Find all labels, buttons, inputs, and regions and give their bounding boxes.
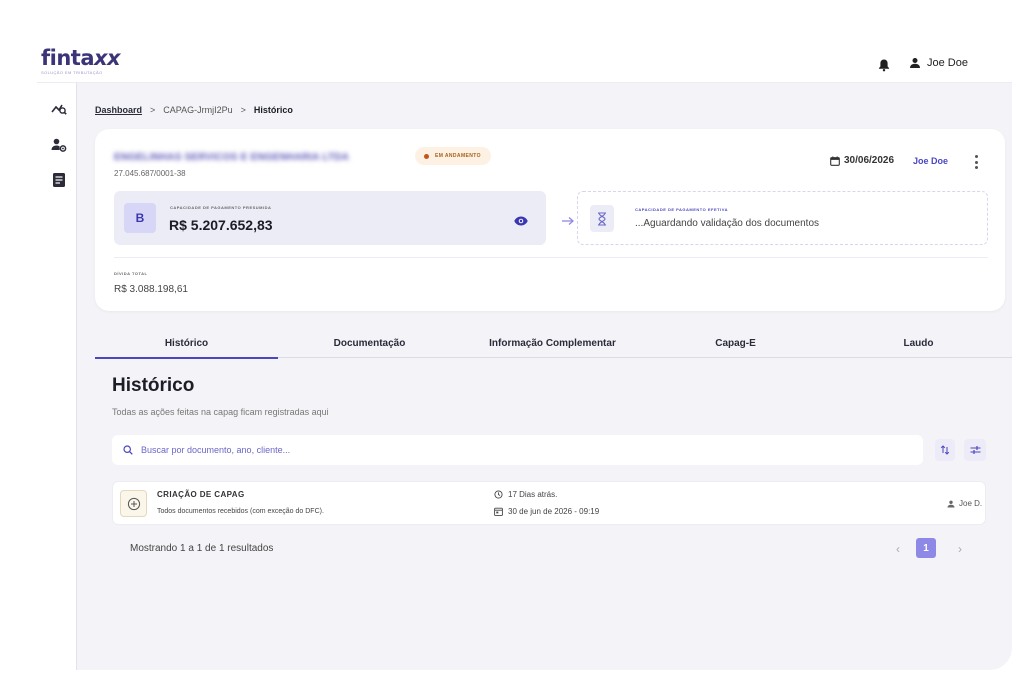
history-row-user-name: Joe D. [959,499,983,508]
pagination-next-icon[interactable]: › [953,541,967,557]
notifications-bell-icon[interactable] [877,58,891,72]
effective-capacity-box: CAPACIDADE DE PAGAMENTO EFETIVA ...Aguar… [577,191,988,245]
event-calendar-icon [494,507,503,516]
more-options-icon[interactable] [972,155,980,169]
hourglass-icon [590,205,614,232]
tab-historico[interactable]: Histórico [95,328,278,359]
breadcrumb-current: Histórico [253,105,293,115]
calendar-icon [830,156,840,166]
user-menu[interactable]: Joe Doe [909,57,968,69]
status-label: EM ANDAMENTO [435,153,481,159]
search-input[interactable] [141,445,901,455]
top-header: fintaxx solução em tributação Joe Doe [37,40,1012,83]
company-name: ENGELINHAS SERVICOS E ENGENHARIA LTDA [114,152,350,163]
status-badge: EM ANDAMENTO [415,147,491,165]
capag-summary-card: ENGELINHAS SERVICOS E ENGENHARIA LTDA EM… [95,129,1005,311]
sidebar [37,83,77,670]
total-debt-label: DÍVIDA TOTAL [114,271,148,276]
divider [114,257,988,258]
section-title: Histórico [112,375,195,396]
presumed-capacity-value: R$ 5.207.652,83 [169,217,273,233]
analytics-icon[interactable] [51,101,67,117]
history-row[interactable]: CRIAÇÃO DE CAPAG Todos documentos recebi… [112,481,986,525]
relative-time-text: 17 Dias atrás. [508,490,558,499]
breadcrumb-dashboard-link[interactable]: Dashboard [95,105,142,115]
add-circle-icon [120,490,147,517]
arrow-right-icon [561,213,575,225]
pagination-page-1[interactable]: 1 [916,538,936,558]
breadcrumb-separator: > [240,105,246,115]
effective-capacity-value: ...Aguardando validação dos documentos [635,218,820,229]
search-bar [112,435,923,465]
capag-date-value: 30/06/2026 [844,155,895,166]
tab-informacao-complementar[interactable]: Informação Complementar [461,328,644,358]
search-icon [123,445,133,455]
presumed-capacity-label: CAPACIDADE DE PAGAMENTO PRESUMIDA [170,205,272,210]
breadcrumb: Dashboard > CAPAG-JrmjI2Pu > Histórico [95,105,293,115]
user-name: Joe Doe [927,57,968,69]
history-row-title: CRIAÇÃO DE CAPAG [157,490,245,499]
history-clock-icon [494,490,503,499]
history-row-datetime: 30 de jun de 2026 - 09:19 [494,507,599,516]
capacity-grade: B [124,203,156,233]
history-row-description: Todos documentos recebidos (com exceção … [157,508,324,515]
user-icon [910,58,920,68]
assigned-user[interactable]: Joe Doe [913,156,948,166]
history-row-relative-time: 17 Dias atrás. [494,490,557,499]
breadcrumb-capag[interactable]: CAPAG-JrmjI2Pu [163,105,232,115]
effective-capacity-label: CAPACIDADE DE PAGAMENTO EFETIVA [635,207,728,212]
user-settings-icon[interactable] [51,137,67,153]
breadcrumb-separator: > [150,105,156,115]
eye-icon[interactable] [514,213,528,226]
company-cnpj: 27.045.687/0001-38 [114,169,186,178]
user-icon [947,500,955,507]
brand-wordmark: fintaxx [41,46,121,70]
tab-documentacao[interactable]: Documentação [278,328,461,358]
brand-logo[interactable]: fintaxx solução em tributação [41,46,121,75]
history-row-user: Joe D. [947,499,982,508]
brand-tagline: solução em tributação [41,70,103,75]
tab-bar: Histórico Documentação Informação Comple… [95,328,1012,359]
pagination-prev-icon[interactable]: ‹ [891,541,905,557]
sort-icon [940,445,950,455]
app-window: fintaxx solução em tributação Joe Doe Da… [37,40,1012,670]
section-subtitle: Todas as ações feitas na capag ficam reg… [112,407,329,417]
document-icon[interactable] [51,172,67,188]
tab-laudo[interactable]: Laudo [827,328,1010,358]
filter-icon [970,446,980,454]
status-dot-icon [424,153,429,159]
capag-date: 30/06/2026 [830,155,894,166]
results-count: Mostrando 1 a 1 de 1 resultados [130,543,274,554]
filter-button[interactable] [964,439,986,461]
datetime-text: 30 de jun de 2026 - 09:19 [508,507,600,516]
total-debt-value: R$ 3.088.198,61 [114,284,188,295]
sort-button[interactable] [935,439,955,461]
presumed-capacity-box: B CAPACIDADE DE PAGAMENTO PRESUMIDA R$ 5… [114,191,546,245]
tab-capag-e[interactable]: Capag-E [644,328,827,358]
